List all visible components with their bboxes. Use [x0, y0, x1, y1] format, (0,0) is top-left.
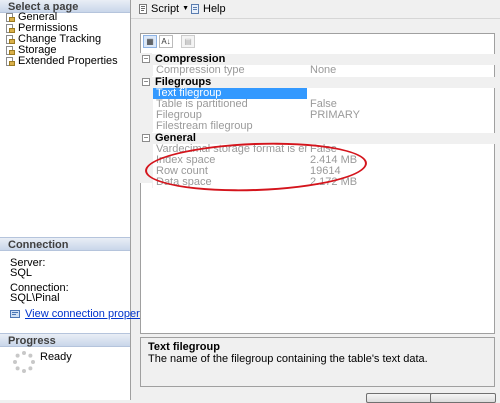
- description-panel: Text filegroup The name of the filegroup…: [140, 337, 495, 387]
- connection-value: SQL\Pinal: [10, 292, 60, 304]
- property-name: Filegroup: [152, 110, 307, 121]
- server-value: SQL: [10, 267, 33, 279]
- dropdown-arrow-icon[interactable]: ▼: [182, 2, 189, 16]
- view-connection-properties[interactable]: View connection properties: [10, 308, 157, 320]
- help-button[interactable]: Help: [190, 2, 226, 16]
- connection-heading: Connection: [0, 237, 130, 251]
- property-name: Filestream filegroup: [152, 121, 307, 132]
- property-name: Table is partitioned: [152, 99, 307, 110]
- category-label: Filegroups: [155, 76, 212, 88]
- progress-heading: Progress: [0, 333, 130, 347]
- left-pane: Select a page General Permissions Change…: [0, 0, 157, 400]
- script-label: Script: [151, 3, 180, 15]
- property-pages-icon[interactable]: ▤: [181, 35, 195, 48]
- description-text: The name of the filegroup containing the…: [148, 353, 428, 365]
- dialog-toolbar: Script ▼ Help: [131, 0, 500, 19]
- script-button[interactable]: Script ▼: [138, 2, 189, 16]
- page-item-label: Extended Properties: [18, 55, 118, 67]
- connection-properties-icon: [10, 310, 20, 318]
- progress-spinner-icon: [13, 351, 35, 373]
- collapse-icon[interactable]: −: [142, 55, 150, 63]
- category-filegroups[interactable]: − Filegroups: [140, 77, 495, 88]
- property-row-compression-type[interactable]: Compression type None: [140, 65, 495, 76]
- script-icon: [139, 4, 147, 14]
- property-name: Text filegroup: [152, 88, 307, 99]
- property-name: Compression type: [152, 65, 307, 76]
- property-value: None: [310, 64, 337, 76]
- help-icon: [191, 4, 199, 14]
- view-connection-link[interactable]: View connection properties: [25, 308, 157, 320]
- page-wrench-icon: [6, 24, 15, 33]
- page-wrench-icon: [6, 46, 15, 55]
- description-title: Text filegroup: [148, 341, 220, 353]
- category-label: General: [155, 132, 196, 144]
- property-grid-toolbar: ▦ A↓ ▤: [140, 33, 200, 49]
- sort-alphabetical-icon[interactable]: A↓: [159, 35, 173, 48]
- page-wrench-icon: [6, 35, 15, 44]
- categorized-view-icon[interactable]: ▦: [143, 35, 157, 48]
- property-value: PRIMARY: [310, 109, 360, 121]
- property-row-filestream-filegroup[interactable]: Filestream filegroup: [140, 121, 495, 132]
- collapse-icon[interactable]: −: [142, 78, 150, 86]
- category-label: Compression: [155, 53, 226, 65]
- cancel-button[interactable]: [430, 393, 496, 403]
- page-wrench-icon: [6, 57, 15, 66]
- collapse-icon[interactable]: −: [142, 134, 150, 142]
- help-label: Help: [203, 3, 226, 15]
- page-wrench-icon: [6, 13, 15, 22]
- property-row-filegroup[interactable]: Filegroup PRIMARY: [140, 110, 495, 121]
- page-item-extended-properties[interactable]: Extended Properties: [6, 56, 118, 67]
- ok-button[interactable]: [366, 393, 432, 403]
- progress-status: Ready: [40, 351, 72, 363]
